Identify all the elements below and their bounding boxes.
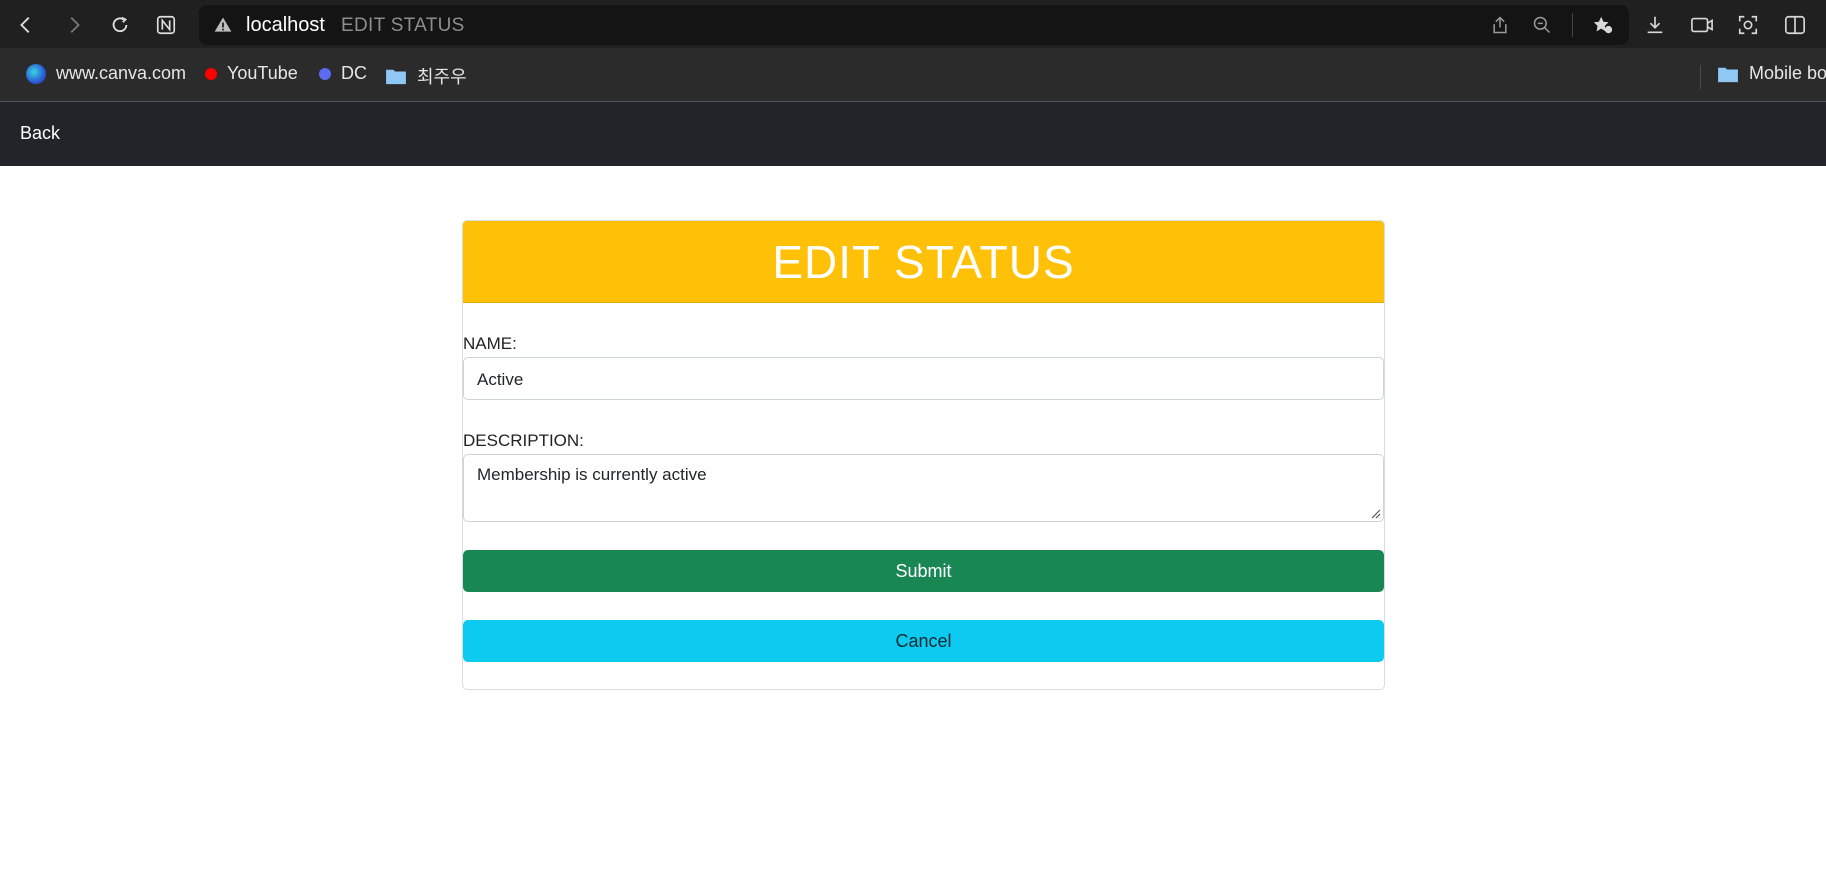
description-textarea[interactable]: Membership is currently active — [463, 454, 1384, 522]
extension-n-icon[interactable] — [151, 10, 181, 40]
browser-chrome: localhost EDIT STATUS www.canva.com YouT… — [0, 0, 1826, 102]
back-link[interactable]: Back — [20, 123, 60, 144]
bookmark-label: Mobile bo — [1749, 63, 1826, 83]
bookmark-folder-mobile[interactable]: Mobile bo — [1717, 63, 1826, 84]
address-divider — [1572, 13, 1573, 37]
reload-icon[interactable] — [105, 10, 135, 40]
bookmark-dc[interactable]: DC — [319, 63, 367, 84]
submit-button[interactable]: Submit — [463, 550, 1384, 592]
back-arrow-icon[interactable] — [11, 10, 41, 40]
page-title: EDIT STATUS — [772, 235, 1075, 288]
edit-status-card: EDIT STATUS NAME: Active DESCRIPTION: Me… — [462, 220, 1385, 690]
address-page-title: EDIT STATUS — [341, 15, 465, 36]
card-header: EDIT STATUS — [463, 221, 1384, 303]
description-value: Membership is currently active — [477, 465, 707, 484]
address-bar[interactable]: localhost EDIT STATUS — [199, 5, 1629, 45]
description-label: DESCRIPTION: — [463, 431, 584, 450]
address-bar-actions — [1488, 13, 1615, 37]
download-icon[interactable] — [1640, 10, 1670, 40]
bookmarks-divider — [1700, 65, 1701, 89]
bookmark-canva[interactable]: www.canva.com — [26, 63, 186, 84]
forward-arrow-icon[interactable] — [59, 10, 89, 40]
bookmarks-bar: www.canva.com YouTube DC 최주우 Mobile bo — [0, 55, 1826, 95]
address-host: localhost — [246, 14, 325, 36]
folder-icon — [386, 69, 406, 85]
zoom-out-icon[interactable] — [1530, 13, 1554, 37]
name-label: NAME: — [463, 334, 517, 353]
screenshot-icon[interactable] — [1733, 10, 1763, 40]
browser-toolbar: localhost EDIT STATUS — [0, 0, 1826, 48]
bookmark-label: 최주우 — [417, 67, 467, 87]
bookmark-folder-choijuwoo[interactable]: 최주우 — [385, 63, 467, 89]
app-navbar: Back — [0, 102, 1826, 166]
youtube-dot-icon — [205, 67, 217, 80]
sidebar-toggle-icon[interactable] — [1780, 10, 1810, 40]
cancel-button[interactable]: Cancel — [463, 620, 1384, 662]
bookmark-label: www.canva.com — [56, 63, 187, 83]
name-input[interactable]: Active — [463, 357, 1384, 400]
bookmark-youtube[interactable]: YouTube — [205, 63, 298, 84]
favorites-icon[interactable] — [1591, 13, 1615, 37]
not-secure-warning-icon[interactable] — [213, 15, 233, 35]
dc-dot-icon — [319, 67, 331, 80]
share-icon[interactable] — [1488, 13, 1512, 37]
bookmark-label: YouTube — [227, 63, 298, 83]
screen-cast-icon[interactable] — [1687, 10, 1717, 40]
canva-icon — [26, 63, 46, 84]
bookmark-label: DC — [341, 63, 367, 83]
folder-icon — [1718, 67, 1738, 82]
resize-grip-icon[interactable] — [1369, 507, 1381, 519]
